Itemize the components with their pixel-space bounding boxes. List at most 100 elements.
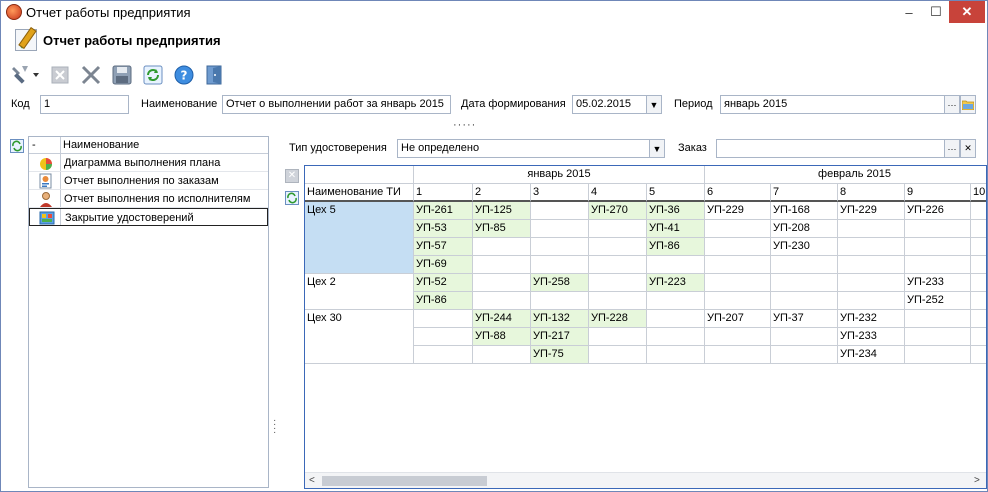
period-ellipsis-button[interactable]: ··· <box>944 95 960 114</box>
table-cell: УП-75 <box>531 346 589 364</box>
table-cell: УП-234 <box>838 346 905 364</box>
table-cell: УП-37 <box>771 310 838 328</box>
order-field[interactable] <box>716 139 945 158</box>
table-cell <box>971 346 986 364</box>
ellipsis-icon: ··· <box>947 99 957 110</box>
period-field[interactable]: январь 2015 <box>720 95 945 114</box>
day-header: 10 <box>971 184 986 202</box>
close-icon: ✕ <box>964 143 972 153</box>
table-cell: УП-233 <box>838 328 905 346</box>
day-header: 4 <box>589 184 647 202</box>
table-cell <box>473 256 531 274</box>
order-clear-button[interactable]: ✕ <box>960 139 976 158</box>
table-cell <box>705 274 771 292</box>
table-cell <box>414 328 473 346</box>
cert-type-select[interactable]: Не определено <box>397 139 650 158</box>
table-cell <box>971 328 986 346</box>
grid-corner-cell <box>305 166 414 184</box>
clear-icon[interactable] <box>48 63 72 87</box>
toolbar: ? <box>9 62 234 88</box>
orders-report-icon <box>39 173 52 189</box>
table-cell: УП-229 <box>838 202 905 220</box>
splitter-grip[interactable]: ····· <box>453 119 476 131</box>
list-item-selected[interactable]: Закрытие удостоверений <box>29 208 268 226</box>
list-item-label: Отчет выполнения по заказам <box>64 175 219 187</box>
date-field[interactable]: 05.02.2015 <box>572 95 647 114</box>
maximize-button[interactable]: ☐ <box>921 1 951 23</box>
table-cell <box>905 256 971 274</box>
table-cell <box>905 328 971 346</box>
name-field[interactable]: Отчет о выполнении работ за январь 2015 <box>222 95 451 114</box>
table-cell: УП-125 <box>473 202 531 220</box>
table-cell <box>838 256 905 274</box>
table-cell: УП-168 <box>771 202 838 220</box>
table-cell <box>971 310 986 328</box>
table-cell <box>647 256 705 274</box>
minimize-button[interactable]: – <box>894 1 924 23</box>
title-bar: Отчет работы предприятия – ☐ ✕ <box>1 1 987 23</box>
row-header-title: Наименование ТИ <box>305 184 414 202</box>
cert-type-dropdown-button[interactable]: ▼ <box>649 139 665 158</box>
month-header: январь 2015 <box>414 166 705 184</box>
date-dropdown-button[interactable]: ▼ <box>646 95 662 114</box>
period-label: Период <box>674 98 713 110</box>
save-icon[interactable] <box>110 63 134 87</box>
table-cell: УП-228 <box>589 310 647 328</box>
wrench-dropdown-icon[interactable] <box>9 63 41 87</box>
scroll-right-arrow[interactable]: > <box>974 475 980 486</box>
table-cell <box>473 292 531 310</box>
table-cell <box>589 220 647 238</box>
table-cell <box>971 274 986 292</box>
table-cell: УП-208 <box>771 220 838 238</box>
delete-icon[interactable] <box>79 63 103 87</box>
table-cell <box>838 292 905 310</box>
table-cell <box>531 256 589 274</box>
table-cell <box>473 238 531 256</box>
table-cell: УП-132 <box>531 310 589 328</box>
table-cell <box>414 346 473 364</box>
table-cell: УП-270 <box>589 202 647 220</box>
list-item[interactable]: Диаграмма выполнения плана <box>29 154 268 172</box>
table-cell <box>589 292 647 310</box>
list-item[interactable]: Отчет выполнения по заказам <box>29 172 268 190</box>
scroll-left-arrow[interactable]: < <box>309 475 315 486</box>
table-cell <box>589 238 647 256</box>
day-header: 1 <box>414 184 473 202</box>
table-cell: УП-69 <box>414 256 473 274</box>
folder-icon <box>962 100 974 110</box>
grid-refresh-icon[interactable] <box>285 191 299 208</box>
executor-icon <box>40 192 52 207</box>
scroll-thumb[interactable] <box>322 476 487 486</box>
name-label: Наименование <box>141 98 218 110</box>
vertical-splitter[interactable]: · · · · <box>273 416 276 438</box>
table-cell <box>589 346 647 364</box>
exit-icon[interactable] <box>203 63 227 87</box>
table-cell: УП-41 <box>647 220 705 238</box>
code-label: Код <box>11 98 30 110</box>
table-cell: УП-223 <box>647 274 705 292</box>
order-ellipsis-button[interactable]: ··· <box>944 139 960 158</box>
table-cell <box>838 220 905 238</box>
help-icon[interactable]: ? <box>172 63 196 87</box>
table-cell <box>971 202 986 220</box>
app-icon <box>6 4 22 20</box>
grid-clear-icon[interactable]: ✕ <box>285 169 299 183</box>
close-button[interactable]: ✕ <box>949 1 985 23</box>
table-cell <box>771 292 838 310</box>
table-cell <box>531 202 589 220</box>
table-cell <box>705 346 771 364</box>
left-refresh-icon[interactable] <box>10 139 24 156</box>
period-folder-button[interactable] <box>960 95 976 114</box>
table-cell <box>905 310 971 328</box>
refresh-icon[interactable] <box>141 63 165 87</box>
day-header: 6 <box>705 184 771 202</box>
table-cell: УП-88 <box>473 328 531 346</box>
list-item[interactable]: Отчет выполнения по исполнителям <box>29 190 268 208</box>
day-header: 8 <box>838 184 905 202</box>
table-cell <box>905 346 971 364</box>
cert-type-label: Тип удостоверения <box>289 142 387 154</box>
horizontal-scrollbar[interactable]: < > <box>305 472 986 488</box>
workshop-cell: Цех 5 <box>305 202 414 274</box>
table-cell <box>838 238 905 256</box>
code-field[interactable]: 1 <box>40 95 129 114</box>
